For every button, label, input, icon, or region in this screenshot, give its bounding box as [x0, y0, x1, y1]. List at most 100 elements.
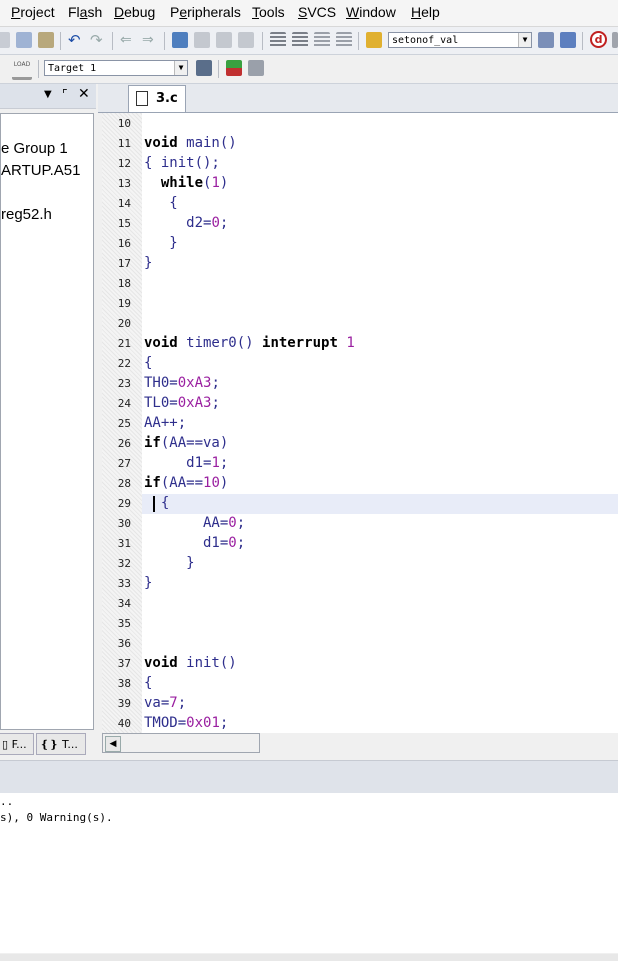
menu-svcs[interactable]: SVCS — [298, 4, 336, 20]
line-number: 12 — [117, 157, 131, 170]
menu-window[interactable]: Window — [346, 4, 396, 20]
code-line[interactable]: { — [144, 195, 177, 211]
menu-tools[interactable]: Tools — [252, 4, 285, 20]
manage-components-icon[interactable] — [226, 60, 242, 76]
panel-menu-icon[interactable]: ▼ — [44, 89, 52, 100]
scroll-left-icon[interactable]: ◀ — [105, 736, 121, 752]
code-line[interactable]: TMOD=0x01; — [144, 715, 228, 731]
code-line[interactable]: d1=0; — [144, 535, 245, 551]
code-line[interactable]: } — [144, 255, 152, 271]
file-tab-label: 3.c — [156, 91, 178, 106]
menu-flash[interactable]: Flash — [68, 4, 102, 20]
redo-icon[interactable]: ↷ — [90, 32, 106, 48]
code-line[interactable]: d2=0; — [144, 215, 228, 231]
line-number: 35 — [117, 617, 131, 630]
code-line[interactable]: AA++; — [144, 415, 186, 431]
find-combo-value: setonof_val — [392, 35, 459, 46]
code-line[interactable]: void init() — [144, 655, 237, 671]
menu-help[interactable]: Help — [411, 4, 440, 20]
code-line[interactable]: while(1) — [144, 175, 228, 191]
status-bar — [0, 954, 618, 961]
line-number: 29 — [117, 497, 131, 510]
paste-icon[interactable] — [38, 32, 54, 48]
code-line[interactable]: void timer0() interrupt 1 — [144, 335, 355, 351]
code-line[interactable]: TL0=0xA3; — [144, 395, 220, 411]
bookmark-prev-icon[interactable] — [194, 32, 210, 48]
uncomment-icon[interactable] — [336, 32, 352, 48]
indent-icon[interactable] — [270, 32, 286, 48]
line-number: 11 — [117, 137, 131, 150]
code-line[interactable]: { — [144, 495, 169, 511]
tree-item-group[interactable]: e Group 1 — [1, 140, 68, 157]
menu-peripherals[interactable]: Peripherals — [170, 4, 241, 20]
tree-item-header[interactable]: reg52.h — [1, 206, 52, 223]
line-number: 33 — [117, 577, 131, 590]
toolbar-main: ↶ ↷ ⇐ ⇒ setonof_val ▼ d — [0, 27, 618, 55]
comment-icon[interactable] — [314, 32, 330, 48]
nav-back-icon[interactable]: ⇐ — [120, 32, 136, 48]
line-number: 20 — [117, 317, 131, 330]
debug-session-icon[interactable]: d — [590, 31, 607, 48]
nav-forward-icon[interactable]: ⇒ — [142, 32, 158, 48]
menu-debug[interactable]: Debug — [114, 4, 155, 20]
code-line[interactable]: { init(); — [144, 155, 220, 171]
file-tab[interactable]: 3.c — [128, 85, 186, 112]
bookmark-icon[interactable] — [172, 32, 188, 48]
code-line[interactable]: if(AA==va) — [144, 435, 228, 451]
project-tabs: ▯ F... ❴❵ T... — [0, 731, 96, 757]
code-line[interactable]: { — [144, 355, 152, 371]
line-number: 14 — [117, 197, 131, 210]
build-output: .. s), 0 Warning(s). — [0, 793, 618, 953]
line-number: 22 — [117, 357, 131, 370]
copy-icon[interactable] — [16, 32, 32, 48]
tab-files-label: F... — [11, 738, 27, 751]
tab-files[interactable]: ▯ F... — [0, 733, 34, 755]
target-combo-value: Target 1 — [48, 63, 97, 74]
code-line[interactable]: va=7; — [144, 695, 186, 711]
find-in-files-icon[interactable] — [366, 32, 382, 48]
select-packs-icon[interactable] — [248, 60, 264, 76]
code-editor[interactable]: 10 11 12 13 14 15 16 17 18 19 20 21 22 23 24 25 26 27 28 29… — [102, 113, 618, 733]
toolbar-overflow-icon[interactable] — [612, 32, 618, 48]
undo-icon[interactable]: ↶ — [68, 32, 84, 48]
code-line[interactable]: TH0=0xA3; — [144, 375, 220, 391]
load-icon[interactable]: LOAD — [12, 61, 32, 80]
line-number-gutter: 10 11 12 13 14 15 16 17 18 19 20 21 22 23 24 25 26 27 28 29… — [102, 113, 142, 733]
unindent-icon[interactable] — [292, 32, 308, 48]
target-options-icon[interactable] — [196, 60, 212, 76]
load-label: LOAD — [13, 61, 31, 68]
line-number: 36 — [117, 637, 131, 650]
line-number: 38 — [117, 677, 131, 690]
code-line[interactable]: } — [144, 555, 194, 571]
templates-icon: ❴❵ — [40, 738, 59, 751]
target-combo[interactable]: Target 1 ▼ — [44, 60, 188, 76]
pin-icon[interactable]: ⌜ — [62, 87, 68, 101]
output-line: .. — [0, 795, 20, 808]
bookmark-next-icon[interactable] — [216, 32, 232, 48]
menu-project[interactable]: Project — [11, 4, 55, 20]
horizontal-scrollbar[interactable]: ◀ — [102, 733, 260, 753]
chevron-down-icon[interactable]: ▼ — [518, 33, 531, 47]
code-line[interactable]: } — [144, 575, 152, 591]
code-line[interactable]: } — [144, 235, 177, 251]
line-number: 15 — [117, 217, 131, 230]
toolbar-build: LOAD Target 1 ▼ — [0, 55, 618, 84]
close-icon[interactable]: ✕ — [78, 86, 90, 102]
find-combo[interactable]: setonof_val ▼ — [388, 32, 532, 48]
incremental-find-icon[interactable] — [560, 32, 576, 48]
find-icon[interactable] — [538, 32, 554, 48]
line-number: 30 — [117, 517, 131, 530]
line-number: 21 — [117, 337, 131, 350]
code-line[interactable]: d1=1; — [144, 455, 228, 471]
code-line[interactable]: void main() — [144, 135, 237, 151]
cut-icon[interactable] — [0, 32, 10, 48]
code-line[interactable]: { — [144, 675, 152, 691]
code-line[interactable]: if(AA==10) — [144, 475, 228, 491]
code-line[interactable]: AA=0; — [144, 515, 245, 531]
tab-templates[interactable]: ❴❵ T... — [36, 733, 86, 755]
chevron-down-icon[interactable]: ▼ — [174, 61, 187, 75]
tree-item-startup[interactable]: ARTUP.A51 — [1, 162, 81, 179]
line-number: 13 — [117, 177, 131, 190]
c-file-icon — [136, 91, 148, 106]
bookmark-clear-icon[interactable] — [238, 32, 254, 48]
